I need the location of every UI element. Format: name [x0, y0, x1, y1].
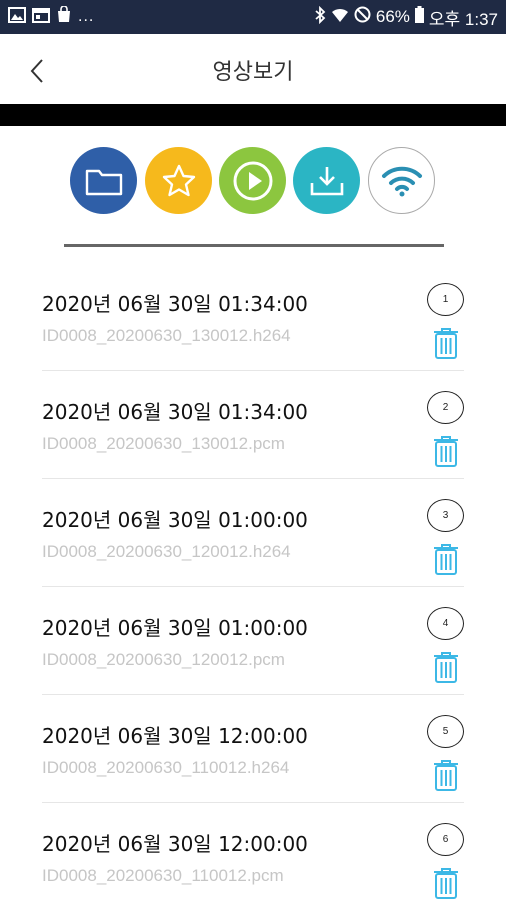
recording-number-badge: 1 — [427, 283, 464, 316]
tab-folder[interactable] — [70, 147, 137, 214]
tab-wifi[interactable] — [368, 147, 435, 214]
delete-button[interactable] — [432, 434, 460, 468]
recording-number-badge: 4 — [427, 607, 464, 640]
trash-icon — [434, 868, 458, 899]
trash-icon — [434, 436, 458, 467]
more-notifications: ... — [78, 8, 95, 25]
status-bar-right: 66% 오후 1:37 — [314, 5, 498, 30]
list-item[interactable]: 2020년 06월 30일 12:00:00 ID0008_20200630_11… — [42, 682, 464, 792]
page-title: 영상보기 — [212, 60, 294, 85]
folder-icon — [85, 169, 122, 195]
list-item[interactable]: 2020년 06월 30일 01:34:00 ID0008_20200630_13… — [42, 358, 464, 468]
recording-number-badge: 2 — [427, 391, 464, 424]
filter-tabs — [66, 147, 446, 215]
recording-number-badge: 6 — [427, 823, 464, 856]
list-item[interactable]: 2020년 06월 30일 01:00:00 ID0008_20200630_12… — [42, 574, 464, 684]
recording-number-badge: 3 — [427, 499, 464, 532]
delete-button[interactable] — [432, 866, 460, 900]
play-icon — [233, 161, 272, 200]
status-bar-left: ... — [8, 5, 95, 28]
recording-filename: ID0008_20200630_120012.pcm — [42, 650, 285, 669]
wifi-signal-icon — [331, 7, 349, 28]
tab-favorites[interactable] — [145, 147, 212, 214]
do-not-disturb-icon — [354, 6, 371, 28]
recording-filename: ID0008_20200630_110012.h264 — [42, 758, 290, 777]
delete-button[interactable] — [432, 326, 460, 360]
recording-date: 2020년 06월 30일 01:00:00 — [42, 616, 308, 640]
battery-percent: 66% — [375, 7, 410, 26]
download-icon — [310, 166, 343, 195]
recording-date: 2020년 06월 30일 01:34:00 — [42, 292, 308, 316]
recording-filename: ID0008_20200630_130012.h264 — [42, 326, 291, 345]
gallery-icon — [8, 6, 26, 28]
delete-button[interactable] — [432, 758, 460, 792]
bluetooth-icon — [314, 5, 326, 29]
trash-icon — [434, 760, 458, 791]
recording-date: 2020년 06월 30일 01:00:00 — [42, 508, 308, 532]
wifi-icon — [381, 166, 422, 196]
battery-icon — [414, 6, 424, 28]
app-bar: 영상보기 — [0, 34, 506, 106]
star-icon — [162, 164, 195, 196]
delete-button[interactable] — [432, 650, 460, 684]
recording-filename: ID0008_20200630_130012.pcm — [42, 434, 285, 453]
recording-date: 2020년 06월 30일 12:00:00 — [42, 724, 308, 748]
tab-download[interactable] — [293, 147, 360, 214]
status-bar: ... 66% 오후 1:37 — [0, 0, 506, 34]
list-item[interactable]: 2020년 06월 30일 12:00:00 ID0008_20200630_11… — [42, 790, 464, 900]
tab-play[interactable] — [219, 147, 286, 214]
recording-filename: ID0008_20200630_120012.h264 — [42, 542, 291, 561]
calendar-icon — [32, 7, 50, 28]
recording-date: 2020년 06월 30일 12:00:00 — [42, 832, 308, 856]
recording-number-badge: 5 — [427, 715, 464, 748]
list-item[interactable]: 2020년 06월 30일 01:34:00 ID0008_20200630_13… — [42, 250, 464, 360]
recording-date: 2020년 06월 30일 01:34:00 — [42, 400, 308, 424]
list-item[interactable]: 2020년 06월 30일 01:00:00 ID0008_20200630_12… — [42, 466, 464, 576]
header-divider-bar — [0, 104, 506, 126]
trash-icon — [434, 544, 458, 575]
tabs-divider — [64, 244, 444, 247]
trash-icon — [434, 328, 458, 359]
delete-button[interactable] — [432, 542, 460, 576]
clock: 오후 1:37 — [428, 9, 498, 29]
recording-filename: ID0008_20200630_110012.pcm — [42, 866, 284, 885]
trash-icon — [434, 652, 458, 683]
shopping-bag-icon — [56, 5, 72, 28]
